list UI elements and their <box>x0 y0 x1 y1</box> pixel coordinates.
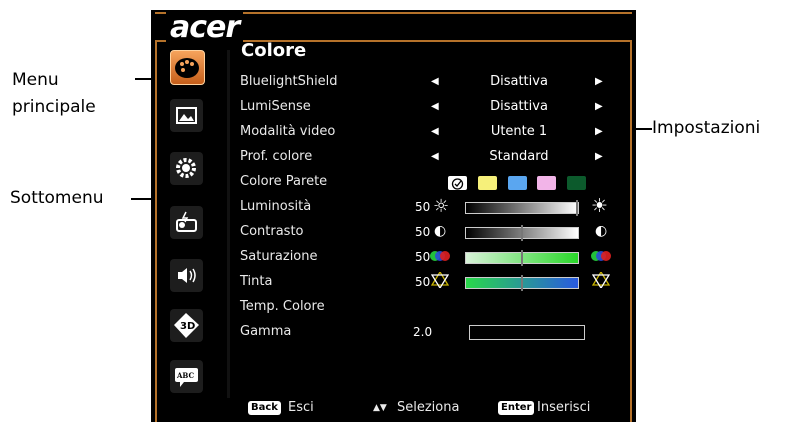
tinta-slider[interactable] <box>465 275 579 291</box>
luminosita-slider[interactable] <box>465 200 579 216</box>
page-title: Colore <box>241 40 307 61</box>
speaker-icon[interactable] <box>170 259 203 292</box>
hexagram-icon <box>430 270 450 292</box>
up-down-arrows-icon: ▲▼ <box>373 403 387 413</box>
wall-color-swatch[interactable] <box>567 176 586 190</box>
footer-inserisci-label: Inserisci <box>537 400 591 415</box>
svg-text:3D: 3D <box>180 321 195 332</box>
arrow-left-icon[interactable]: ◀ <box>431 151 439 162</box>
wall-color-swatch[interactable] <box>508 176 527 190</box>
abc-language-icon[interactable]: ABC <box>170 360 203 393</box>
arrow-right-icon[interactable]: ▶ <box>595 76 603 87</box>
row-label-modalita-video[interactable]: Modalità video <box>240 124 335 139</box>
slider-thumb[interactable] <box>521 250 523 266</box>
acer-logo: acer <box>166 10 244 45</box>
arrow-left-icon[interactable]: ◀ <box>431 76 439 87</box>
rgb-circles-icon <box>590 250 612 266</box>
value-contrasto: 50 <box>415 225 431 239</box>
image-icon[interactable] <box>170 99 203 132</box>
palette-icon[interactable] <box>170 50 205 85</box>
svg-text:ABC: ABC <box>176 371 194 380</box>
contrasto-slider[interactable] <box>465 225 579 241</box>
value-gamma: 2.0 <box>413 325 433 339</box>
gear-icon[interactable] <box>170 152 203 185</box>
value-prof-colore: Standard <box>489 149 549 164</box>
slider-thumb[interactable] <box>576 200 578 216</box>
gamma-field[interactable] <box>469 325 585 340</box>
row-label-tinta[interactable]: Tinta <box>240 274 272 289</box>
back-key[interactable]: Back <box>248 401 281 415</box>
contrast-icon: ◐ <box>595 223 608 239</box>
footer-seleziona-label: Seleziona <box>397 400 460 415</box>
sun-bright-icon: ☀ <box>591 195 609 217</box>
arrow-left-icon[interactable]: ◀ <box>431 101 439 112</box>
value-modalita-video: Utente 1 <box>490 124 548 139</box>
row-label-colore-parete[interactable]: Colore Parete <box>240 174 327 189</box>
projector-icon[interactable] <box>170 206 203 239</box>
value-lumisense: Disattiva <box>490 99 548 114</box>
value-tinta: 50 <box>415 275 431 289</box>
callout-sottomenu: Sottomenu <box>10 188 104 208</box>
checkmark-icon <box>451 178 464 190</box>
arrow-left-icon[interactable]: ◀ <box>431 126 439 137</box>
wall-color-swatch[interactable] <box>478 176 497 190</box>
slider-thumb[interactable] <box>521 225 523 241</box>
value-luminosita: 50 <box>415 200 431 214</box>
arrow-right-icon[interactable]: ▶ <box>595 151 603 162</box>
callout-impostazioni: Impostazioni <box>652 118 761 138</box>
row-label-gamma[interactable]: Gamma <box>240 324 291 339</box>
hexagram-icon <box>591 270 611 292</box>
footer-esci-label: Esci <box>288 400 314 415</box>
arrow-right-icon[interactable]: ▶ <box>595 126 603 137</box>
wall-color-swatch[interactable] <box>537 176 556 190</box>
value-saturazione: 50 <box>415 250 431 264</box>
sun-dim-icon: ☼ <box>433 196 450 217</box>
row-label-bluelightshield[interactable]: BluelightShield <box>240 74 338 89</box>
row-label-luminosita[interactable]: Luminosità <box>240 199 311 214</box>
row-label-contrasto[interactable]: Contrasto <box>240 224 304 239</box>
row-label-lumisense[interactable]: LumiSense <box>240 99 311 114</box>
sidebar-divider <box>227 50 230 398</box>
enter-key[interactable]: Enter <box>498 401 535 415</box>
3d-icon[interactable]: 3D <box>170 309 203 342</box>
callout-menu-principale-line1: Menu <box>12 70 59 90</box>
row-label-saturazione[interactable]: Saturazione <box>240 249 318 264</box>
row-label-temp-colore[interactable]: Temp. Colore <box>240 299 325 314</box>
saturazione-slider[interactable] <box>465 250 579 266</box>
contrast-icon: ◐ <box>434 223 447 239</box>
value-bluelightshield: Disattiva <box>490 74 548 89</box>
wall-color-swatch[interactable] <box>448 176 467 190</box>
arrow-right-icon[interactable]: ▶ <box>595 101 603 112</box>
callout-menu-principale-line2: principale <box>12 97 96 117</box>
osd-window: acer 3D ABC Colore BluelightShield ◀ Dis… <box>151 10 636 422</box>
rgb-circles-icon <box>429 250 451 266</box>
slider-thumb[interactable] <box>521 275 523 291</box>
row-label-prof-colore[interactable]: Prof. colore <box>240 149 312 164</box>
